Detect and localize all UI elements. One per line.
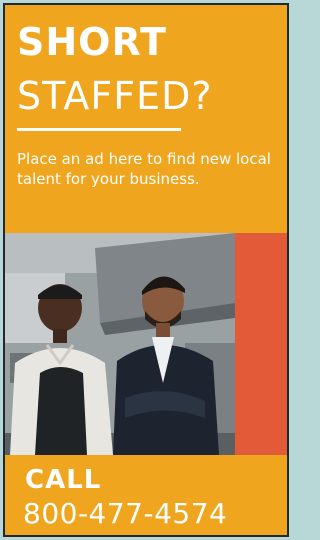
headline-divider bbox=[17, 128, 181, 131]
staff-photo-illustration bbox=[5, 233, 235, 455]
headline-line-1: SHORT bbox=[17, 20, 167, 64]
phone-number[interactable]: 800-477-4574 bbox=[23, 500, 227, 528]
accent-bar bbox=[235, 233, 287, 455]
ad-banner[interactable]: SHORT STAFFED? Place an ad here to find … bbox=[3, 3, 289, 537]
ad-subtext: Place an ad here to find new local talen… bbox=[17, 150, 271, 188]
headline-line-2: STAFFED? bbox=[17, 74, 213, 118]
staff-photo bbox=[5, 233, 235, 455]
call-label: CALL bbox=[25, 465, 102, 495]
